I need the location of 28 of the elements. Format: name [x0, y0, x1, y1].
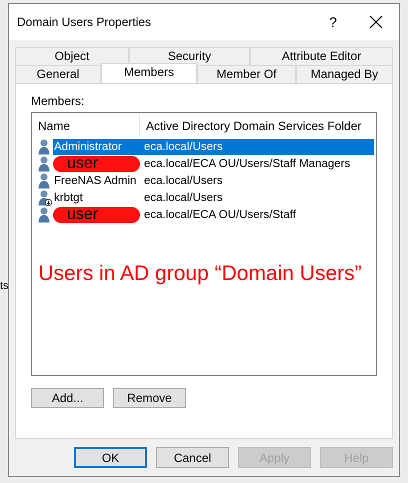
folder-cell-text: eca.local/ECA OU/Users/Staff Managers: [143, 156, 352, 172]
tab[interactable]: Object: [15, 47, 129, 65]
dialog-button[interactable]: OK: [74, 447, 147, 468]
dialog-button[interactable]: Cancel: [156, 447, 229, 468]
column-header[interactable]: Active Directory Domain Services Folder: [140, 115, 376, 137]
tab[interactable]: Managed By: [296, 65, 393, 83]
folder-cell-text: eca.local/ECA OU/Users/Staff: [143, 208, 297, 222]
folder-cell: eca.local/Users: [140, 138, 374, 154]
folder-cell-text: eca.local/Users: [143, 174, 224, 188]
close-icon: [369, 15, 383, 29]
annotation-text: Users in AD group “Domain Users”: [38, 262, 362, 286]
list-button[interactable]: Add...: [31, 388, 104, 408]
tab[interactable]: Members: [101, 63, 197, 83]
member-name[interactable]: FreeNAS Admin: [53, 172, 140, 188]
member-name[interactable]: user: [53, 206, 140, 222]
background-text: ts: [0, 280, 9, 292]
tab[interactable]: Member Of: [197, 65, 296, 83]
members-label: Members:: [31, 94, 86, 108]
tab[interactable]: Security: [129, 47, 250, 65]
folder-cell-text: eca.local/Users: [143, 190, 224, 206]
help-button[interactable]: ?: [313, 7, 353, 37]
column-header[interactable]: Name: [32, 115, 140, 137]
list-button[interactable]: Remove: [113, 388, 186, 408]
tab[interactable]: General: [15, 65, 101, 83]
member-name[interactable]: Administrator: [53, 138, 140, 154]
tab[interactable]: Attribute Editor: [250, 47, 393, 65]
window-title: Domain Users Properties: [17, 15, 152, 29]
member-name[interactable]: user: [53, 156, 140, 172]
